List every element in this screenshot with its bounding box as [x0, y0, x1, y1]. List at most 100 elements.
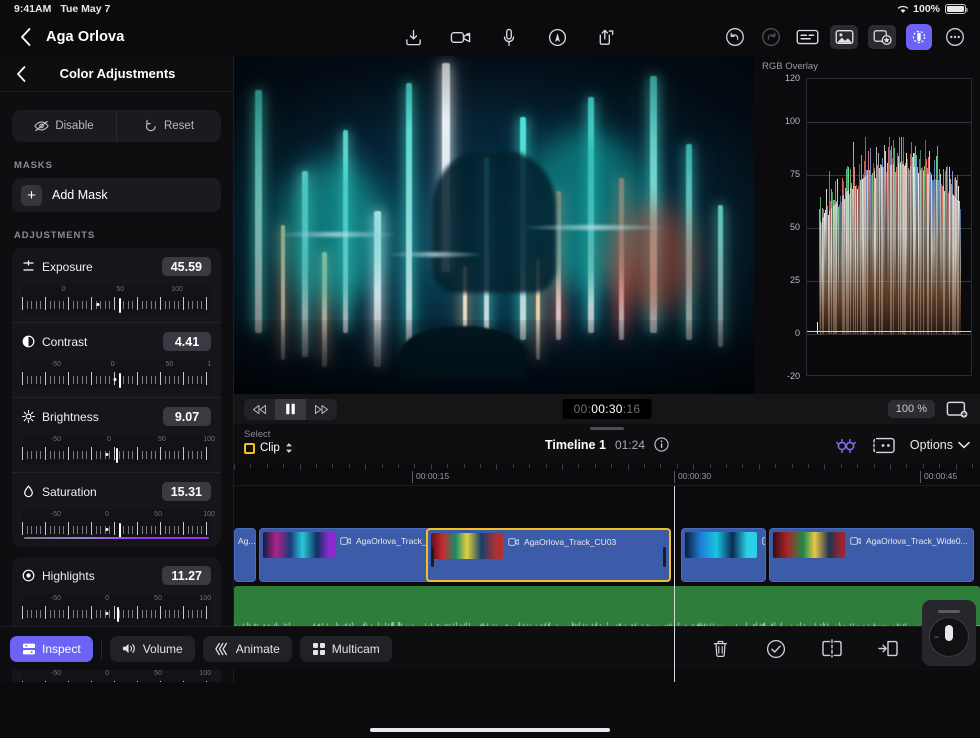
bottom-toolbar: Inspect Volume Animate Multicam	[0, 626, 980, 670]
inspector-sidebar: Color Adjustments Disable Reset MASKS	[0, 56, 234, 682]
timecode-lead: 00:	[574, 402, 592, 416]
options-button[interactable]: Options	[910, 438, 970, 452]
add-mask-button[interactable]: + Add Mask	[12, 178, 221, 212]
reset-button[interactable]: Reset	[116, 110, 221, 142]
rgb-scope-panel: RGB Overlay 1201007550250-20	[754, 56, 980, 394]
back-button[interactable]	[12, 24, 38, 50]
adjustment-head: Saturation15.31	[22, 482, 211, 501]
trim-start-icon[interactable]	[876, 637, 900, 661]
tab-multicam[interactable]: Multicam	[300, 636, 392, 662]
info-icon[interactable]	[654, 437, 669, 452]
disable-reset-segmented: Disable Reset	[12, 110, 221, 142]
jog-wheel[interactable]: −	[922, 600, 976, 666]
scope-y-label: 0	[756, 328, 800, 338]
adjustment-value[interactable]: 4.41	[163, 332, 211, 351]
select-caption: Select	[244, 429, 293, 440]
status-left: 9:41AM Tue May 7	[14, 3, 110, 15]
captions-icon[interactable]	[794, 24, 820, 50]
ruler-label: 00:00:15	[412, 471, 449, 483]
adjustment-row-saturation: Saturation15.31 -50050100	[12, 472, 221, 547]
undo-icon[interactable]	[722, 24, 748, 50]
slider-neutral-dot	[113, 378, 116, 381]
slider-ticks	[22, 372, 211, 386]
slider-ticks	[22, 522, 211, 536]
adjustment-value[interactable]: 9.07	[163, 407, 211, 426]
trash-icon[interactable]	[708, 637, 732, 661]
clip-label: AgaOrlova_Track_Wide0...	[850, 536, 968, 546]
panel-grabber[interactable]	[590, 427, 624, 430]
slider-ticks	[22, 681, 211, 682]
adjustment-value[interactable]: 45.59	[162, 257, 211, 276]
inspect-icon	[22, 642, 36, 656]
scope-plot	[806, 78, 972, 376]
timeline-clip[interactable]: AgaOrlova_Track_Wide0...	[769, 528, 974, 582]
adjustment-head: Contrast4.41	[22, 332, 211, 351]
select-clip-dropdown[interactable]: Clip	[244, 442, 293, 454]
timeline-clip-selected[interactable]: AgaOrlova_Track_CU03	[426, 528, 671, 582]
adjustment-head: Exposure45.59	[22, 257, 211, 276]
tab-animate[interactable]: Animate	[203, 636, 292, 662]
more-options-icon[interactable]	[942, 24, 968, 50]
adjustment-head: Brightness9.07	[22, 407, 211, 426]
battery-percent: 100%	[913, 3, 940, 15]
slider-tick-labels: 050100	[22, 286, 211, 296]
redo-icon[interactable]	[758, 24, 784, 50]
tab-inspect[interactable]: Inspect	[10, 636, 93, 662]
rewind-icon[interactable]	[244, 399, 275, 420]
magic-enhance-icon[interactable]	[834, 435, 858, 455]
microphone-icon[interactable]	[496, 24, 522, 50]
slider-knob[interactable]	[119, 523, 121, 538]
fast-forward-icon[interactable]	[306, 399, 337, 420]
share-icon[interactable]	[592, 24, 618, 50]
adjustment-value[interactable]: 15.31	[162, 482, 211, 501]
brightness-icon	[22, 410, 35, 423]
add-mask-label: Add Mask	[52, 188, 108, 202]
adjustment-slider[interactable]: 050100	[22, 285, 211, 315]
adjustment-row-exposure: Exposure45.59 050100	[12, 248, 221, 322]
inspector-back-button[interactable]	[10, 63, 32, 85]
split-clip-icon[interactable]	[820, 637, 844, 661]
slider-knob[interactable]	[116, 448, 118, 463]
timecode-display[interactable]: 00:00:30:16	[563, 399, 652, 419]
voiceover-icon[interactable]	[544, 24, 570, 50]
slider-knob[interactable]	[117, 607, 119, 622]
adjustments-section-label: ADJUSTMENTS	[14, 230, 233, 241]
status-right: 100%	[897, 3, 966, 15]
adjustment-value[interactable]: 11.27	[162, 566, 211, 585]
timeline-ruler[interactable]: 00:00:1500:00:3000:00:45	[234, 464, 980, 486]
clip-thumbnail	[685, 532, 757, 558]
clip-thumbnail	[263, 532, 335, 558]
tab-volume[interactable]: Volume	[110, 636, 195, 662]
add-placeholder-icon[interactable]	[872, 436, 896, 455]
zoom-level-button[interactable]: 100 %	[888, 400, 935, 418]
slider-tick-labels: -50050100	[22, 595, 211, 605]
adjustment-slider[interactable]: -50050100	[22, 594, 211, 624]
slider-knob[interactable]	[119, 373, 121, 388]
adjustment-slider[interactable]: -500501	[22, 360, 211, 390]
picture-in-picture-icon[interactable]	[944, 396, 970, 422]
adjustment-row-brightness: Brightness9.07 -50050100	[12, 397, 221, 472]
media-library-icon[interactable]	[830, 25, 858, 49]
video-clip-icon	[762, 537, 766, 545]
adjustment-row-highlights: Highlights11.27-50050100	[12, 557, 221, 631]
ruler-label: 00:00:30	[674, 471, 711, 483]
slider-knob[interactable]	[119, 298, 121, 313]
playhead[interactable]	[674, 486, 675, 682]
checkmark-circle-icon[interactable]	[764, 637, 788, 661]
video-camera-icon[interactable]	[448, 24, 474, 50]
slider-tick-labels: -50050100	[22, 436, 211, 446]
effects-icon[interactable]	[868, 25, 896, 49]
timeline-clip[interactable]: Ag...	[234, 528, 256, 582]
video-preview[interactable]	[234, 56, 754, 394]
adjustment-slider[interactable]: -50050100	[22, 510, 211, 540]
adjustment-slider[interactable]: -50050100	[22, 669, 211, 682]
jog-dial[interactable]: −	[929, 617, 969, 657]
timeline-clip[interactable]: AgaOrlova_Track_Wid...	[259, 528, 444, 582]
disable-button[interactable]: Disable	[12, 110, 116, 142]
pause-icon[interactable]	[275, 399, 306, 420]
adjustment-slider[interactable]: -50050100	[22, 435, 211, 465]
video-clip-icon	[508, 538, 519, 546]
import-icon[interactable]	[400, 24, 426, 50]
color-adjustments-icon[interactable]	[906, 24, 932, 50]
timeline-clip[interactable]: A...	[681, 528, 766, 582]
